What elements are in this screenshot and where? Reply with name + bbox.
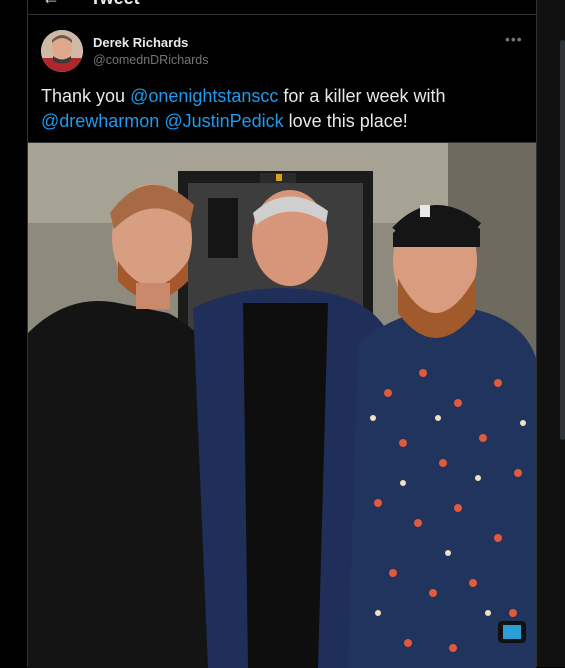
tweet-photo[interactable] xyxy=(28,142,536,668)
author-handle[interactable]: @comednDRichards xyxy=(93,53,209,67)
avatar[interactable] xyxy=(41,30,83,72)
scrollbar[interactable] xyxy=(560,40,565,440)
page-left-margin xyxy=(0,0,27,667)
mention-link[interactable]: @onenightstanscc xyxy=(130,86,278,106)
arrow-left-icon[interactable]: ← xyxy=(42,0,60,9)
tweet-text-part: love this place! xyxy=(283,111,408,131)
tweet-text: Thank you @onenightstanscc for a killer … xyxy=(41,84,521,134)
tweet-text-part: Thank you xyxy=(41,86,131,106)
more-horizontal-icon[interactable]: ••• xyxy=(505,31,523,47)
tweet-header: ← Tweet xyxy=(28,0,536,12)
mention-link[interactable]: @drewharmon xyxy=(41,111,159,131)
author-name[interactable]: Derek Richards xyxy=(93,35,188,50)
page-title: Tweet xyxy=(90,0,140,9)
tweet-text-part: for a killer week with xyxy=(278,86,446,106)
header-divider xyxy=(28,14,536,15)
tweet-column: ← Tweet Derek Richards @comednDRichards … xyxy=(27,0,537,668)
mention-link[interactable]: @JustinPedick xyxy=(164,111,283,131)
